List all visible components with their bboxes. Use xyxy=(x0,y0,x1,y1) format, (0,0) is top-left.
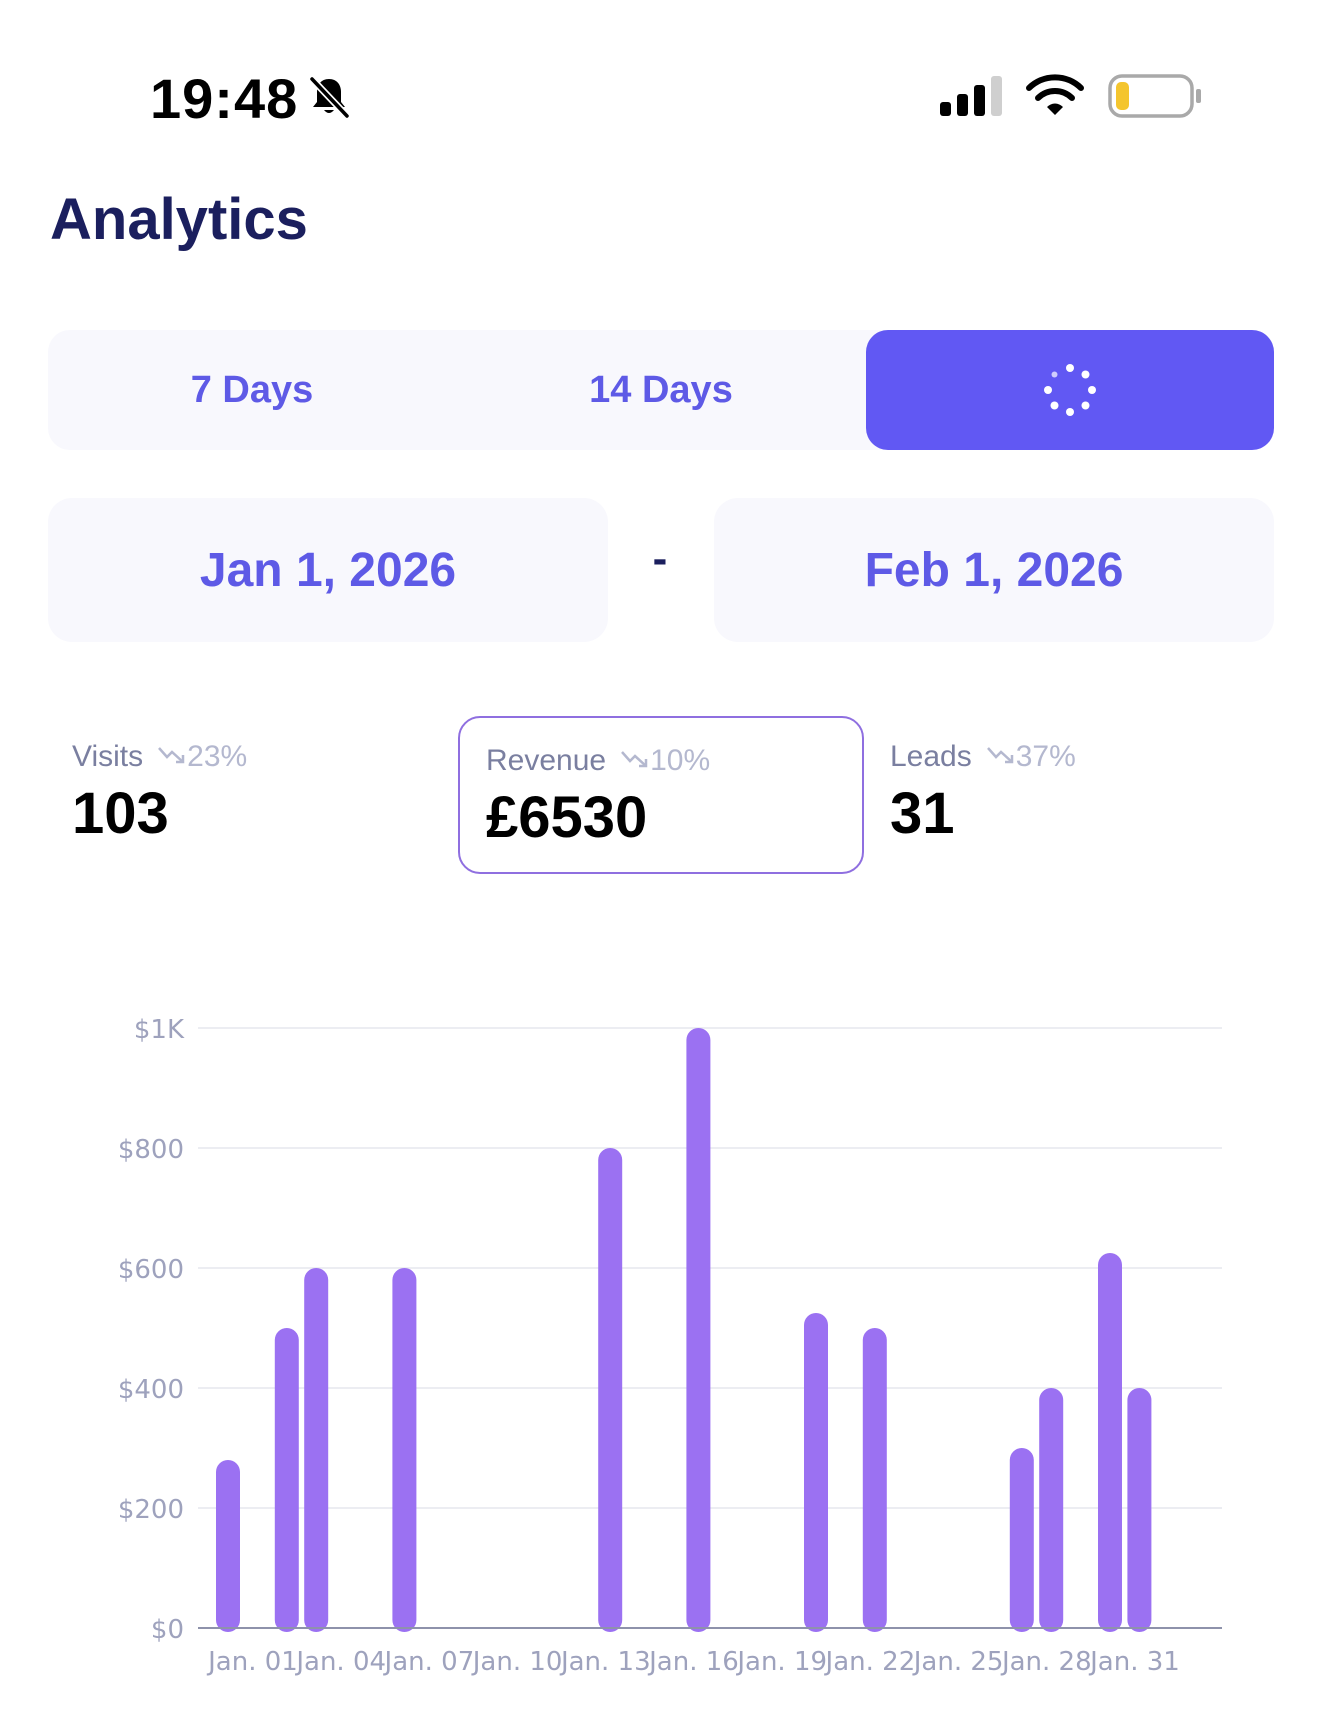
bar-jan-14 xyxy=(598,1148,623,1632)
metric-value: 103 xyxy=(72,781,169,846)
loading-spinner-icon xyxy=(1044,364,1096,416)
trend-down-icon xyxy=(621,751,648,768)
x-tick-label: Jan. 28 xyxy=(1000,1647,1092,1677)
metric-revenue[interactable]: Revenue 10% £6530 xyxy=(458,716,864,874)
metric-change: 10% xyxy=(620,744,710,777)
bar-jan-29 xyxy=(1039,1388,1064,1632)
x-tick-label: Jan. 19 xyxy=(735,1647,827,1677)
bar-jan-01 xyxy=(216,1460,240,1632)
status-bar: 19:48 xyxy=(0,0,1320,140)
metric-change: 23% xyxy=(157,740,247,773)
status-time: 19:48 xyxy=(150,67,299,130)
x-tick-label: Jan. 13 xyxy=(559,1647,651,1677)
y-tick-label: $800 xyxy=(118,1135,184,1165)
bar-jan-31 xyxy=(1098,1253,1122,1632)
bar-jan-03 xyxy=(274,1328,299,1632)
date-range-tabs: 7 Days 14 Days xyxy=(48,330,1274,450)
metric-value: £6530 xyxy=(486,785,648,850)
x-tick-label: Jan. 22 xyxy=(824,1647,916,1677)
metric-label: Leads xyxy=(890,740,972,773)
metric-visits[interactable]: Visits 23% 103 xyxy=(72,740,247,847)
trend-down-icon xyxy=(158,747,185,764)
revenue-bar-chart: $0$200$400$600$800$1KJan. 01Jan. 04Jan. … xyxy=(118,1015,1222,1677)
tab-7-days[interactable]: 7 Days xyxy=(48,330,456,450)
bar-feb-01 xyxy=(1127,1388,1152,1632)
y-tick-label: $600 xyxy=(118,1255,184,1285)
metric-label: Visits xyxy=(72,740,144,773)
metric-leads[interactable]: Leads 37% 31 xyxy=(890,740,1076,847)
tab-14-days[interactable]: 14 Days xyxy=(456,330,866,450)
end-date-picker[interactable]: Feb 1, 2026 xyxy=(714,498,1274,642)
x-tick-label: Jan. 04 xyxy=(294,1647,386,1677)
x-tick-label: Jan. 16 xyxy=(647,1647,739,1677)
trend-down-icon xyxy=(986,747,1013,764)
bell-slash-icon xyxy=(309,76,350,119)
tab-active-loading[interactable] xyxy=(866,330,1274,450)
metric-value: 31 xyxy=(890,781,955,846)
battery-low-icon xyxy=(1108,74,1201,118)
start-date-picker[interactable]: Jan 1, 2026 xyxy=(48,498,608,642)
metric-change: 37% xyxy=(986,740,1076,773)
bar-jan-07 xyxy=(392,1268,417,1632)
cellular-signal-icon xyxy=(940,76,1002,116)
bar-jan-28 xyxy=(1009,1448,1034,1632)
page-title: Analytics xyxy=(50,187,308,252)
x-tick-label: Jan. 10 xyxy=(471,1647,563,1677)
y-tick-label: $0 xyxy=(151,1615,184,1645)
y-tick-label: $400 xyxy=(118,1375,184,1405)
bar-jan-04 xyxy=(304,1268,329,1632)
date-separator: - xyxy=(652,534,668,583)
y-tick-label: $1K xyxy=(134,1015,185,1045)
y-tick-label: $200 xyxy=(118,1495,184,1525)
x-tick-label: Jan. 01 xyxy=(206,1647,298,1677)
bar-jan-17 xyxy=(686,1028,711,1632)
bar-jan-23 xyxy=(862,1328,887,1632)
x-tick-label: Jan. 31 xyxy=(1088,1647,1180,1677)
x-tick-label: Jan. 25 xyxy=(912,1647,1004,1677)
bar-jan-21 xyxy=(804,1313,828,1632)
x-tick-label: Jan. 07 xyxy=(383,1647,475,1677)
metric-label: Revenue xyxy=(486,744,607,777)
wifi-icon xyxy=(1026,74,1084,115)
